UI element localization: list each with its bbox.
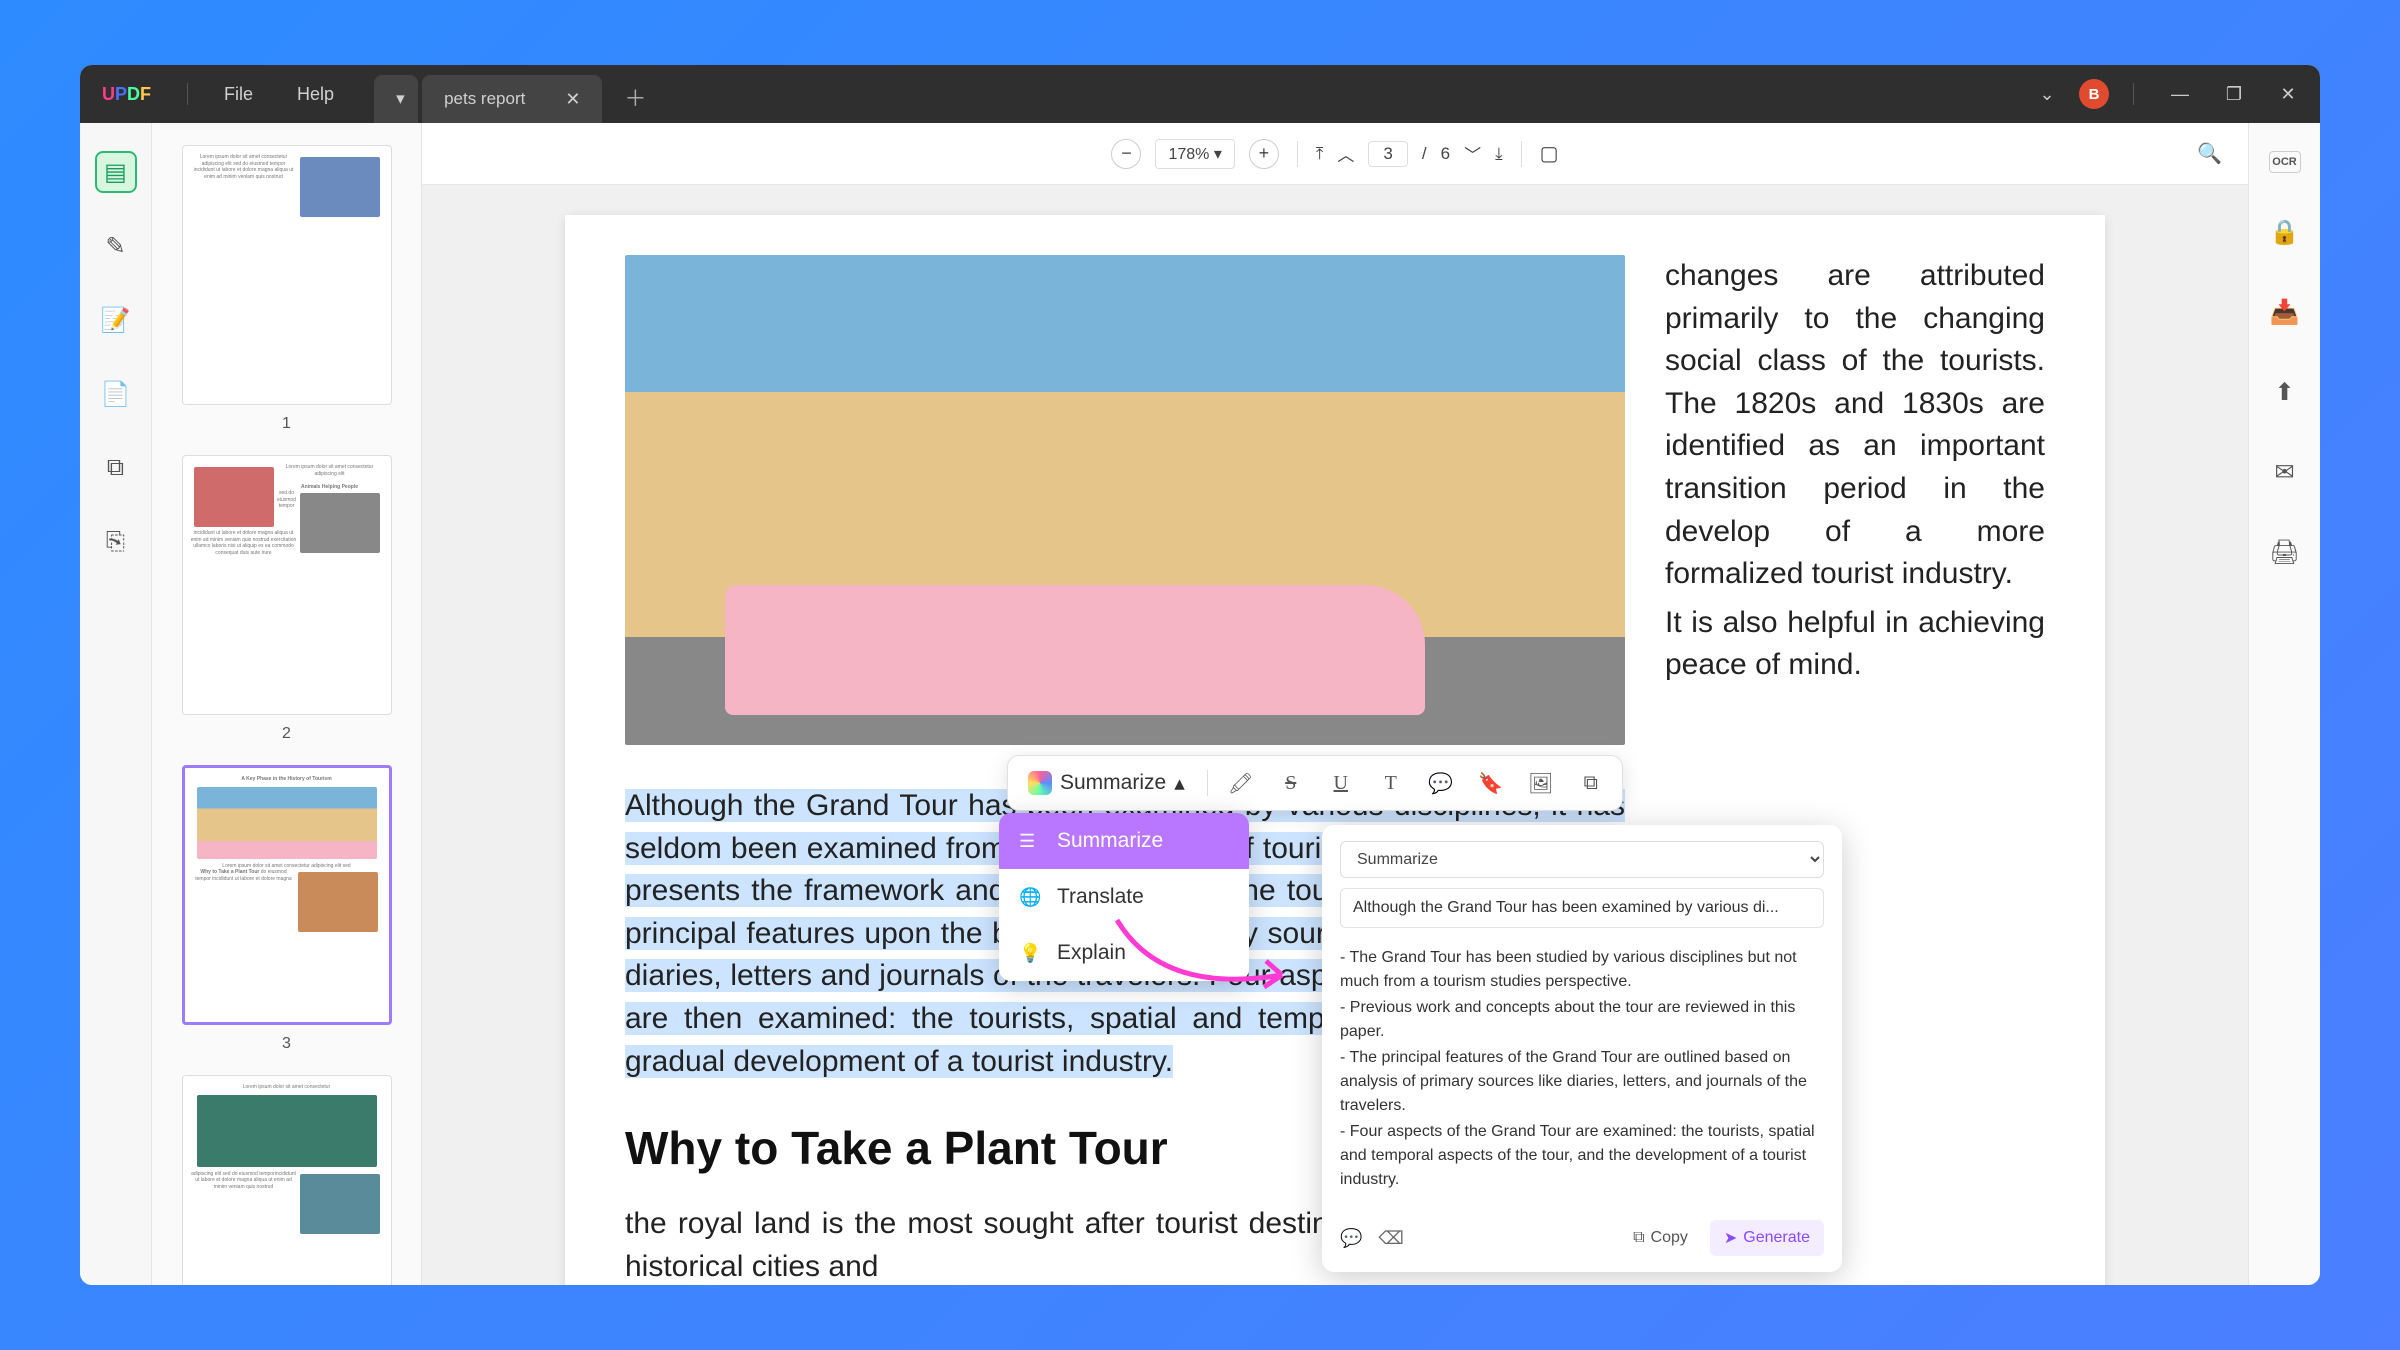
ai-option-label: Translate (1057, 885, 1144, 909)
copy-icon: ⧉ (1633, 1229, 1644, 1247)
email-icon[interactable]: ✉ (2264, 451, 2306, 493)
zoom-in-button[interactable]: + (1249, 139, 1279, 169)
print-icon[interactable]: 🖨 (2264, 531, 2306, 573)
first-page-icon[interactable]: ⤒ (1316, 144, 1324, 164)
copy-label: Copy (1651, 1229, 1688, 1247)
translate-icon: 🌐 (1019, 887, 1043, 908)
user-avatar[interactable]: B (2079, 79, 2109, 109)
next-page-icon[interactable]: ﹀ (1464, 141, 1481, 166)
page-input[interactable]: 3 (1368, 141, 1407, 167)
reader-mode-icon[interactable]: ▤ (95, 151, 137, 193)
underline-icon[interactable]: U (1324, 766, 1358, 800)
app-logo: UPDF (80, 84, 173, 105)
thumbnail-page-4[interactable]: Lorem ipsum dolor sit amet consecteturad… (170, 1075, 403, 1285)
thumbnail-panel: Lorem ipsum dolor sit amet consectetur a… (152, 123, 422, 1285)
thumbnail-page-1[interactable]: Lorem ipsum dolor sit amet consectetur a… (170, 145, 403, 433)
last-page-icon[interactable]: ⤓ (1495, 144, 1503, 164)
separator (187, 83, 188, 105)
thumbnail-label: 3 (170, 1035, 403, 1053)
minimize-button[interactable]: — (2158, 72, 2202, 116)
organize-icon[interactable]: ⧉ (95, 447, 137, 489)
separator (2133, 83, 2134, 105)
close-tab-icon[interactable]: ✕ (565, 89, 580, 110)
highlight-icon[interactable]: 🖍 (1224, 766, 1258, 800)
presentation-icon[interactable]: ▢ (1540, 141, 1559, 166)
ai-mode-select[interactable]: Summarize (1340, 841, 1824, 878)
protect-icon[interactable]: 🔒 (2264, 211, 2306, 253)
compress-icon[interactable]: 📥 (2264, 291, 2306, 333)
ai-logo-icon (1028, 771, 1052, 795)
close-button[interactable]: ✕ (2266, 72, 2310, 116)
send-icon: ➤ (1724, 1228, 1737, 1248)
thumbnail-label: 1 (170, 415, 403, 433)
chevron-up-icon: ▴ (1174, 771, 1185, 796)
generate-label: Generate (1743, 1229, 1810, 1247)
ai-option-explain[interactable]: 💡 Explain (999, 925, 1249, 981)
text-style-icon[interactable]: T (1374, 766, 1408, 800)
document-tab[interactable]: pets report ✕ (422, 75, 602, 123)
edit-tool-icon[interactable]: 📝 (95, 299, 137, 341)
list-icon: ☰ (1019, 831, 1043, 852)
comment-icon[interactable]: 💬 (1424, 766, 1458, 800)
ai-button-label: Summarize (1060, 771, 1166, 795)
ai-source-preview: Although the Grand Tour has been examine… (1340, 888, 1824, 928)
forms-icon[interactable]: ⎘ (95, 521, 137, 563)
help-menu[interactable]: Help (275, 84, 356, 105)
new-tab-button[interactable]: ＋ (624, 81, 646, 123)
prev-page-icon[interactable]: ︿ (1337, 141, 1354, 166)
dropdown-icon[interactable]: ⌄ (2025, 72, 2069, 116)
ai-result-text: - The Grand Tour has been studied by var… (1340, 946, 1824, 1192)
page-total: 6 (1441, 144, 1450, 164)
file-menu[interactable]: File (202, 84, 275, 105)
page-tools-icon[interactable]: 📄 (95, 373, 137, 415)
copy-button[interactable]: ⧉ Copy (1623, 1223, 1698, 1253)
share-icon[interactable]: ⬆ (2264, 371, 2306, 413)
thumbnail-page-3[interactable]: A Key Phase in the History of Tourism Lo… (170, 765, 403, 1053)
image-icon[interactable]: 🖼 (1524, 766, 1558, 800)
ai-option-translate[interactable]: 🌐 Translate (999, 869, 1249, 925)
eraser-icon[interactable]: ⌫ (1378, 1228, 1403, 1249)
ai-option-label: Summarize (1057, 829, 1163, 853)
ai-option-label: Explain (1057, 941, 1126, 965)
strikethrough-icon[interactable]: S (1274, 766, 1308, 800)
document-side-paragraph-2[interactable]: It is also helpful in achieving peace of… (1665, 602, 2045, 687)
bookmark-icon[interactable]: 🔖 (1474, 766, 1508, 800)
thumbnail-label: 2 (170, 725, 403, 743)
zoom-out-button[interactable]: − (1111, 139, 1141, 169)
search-icon[interactable]: 🔍 (2197, 141, 2222, 166)
explain-icon: 💡 (1019, 943, 1043, 964)
ai-summarize-dropdown-button[interactable]: Summarize ▴ (1022, 767, 1191, 800)
tab-title: pets report (444, 89, 525, 109)
highlight-tool-icon[interactable]: ✎ (95, 225, 137, 267)
document-image (625, 255, 1625, 745)
page-separator: / (1422, 144, 1427, 164)
generate-button[interactable]: ➤ Generate (1710, 1220, 1824, 1256)
tab-placeholder[interactable]: ▾ (374, 75, 418, 123)
document-side-paragraph[interactable]: changes are attributed primarily to the … (1665, 255, 2045, 596)
maximize-button[interactable]: ❐ (2212, 72, 2256, 116)
thumbnail-page-2[interactable]: Lorem ipsum dolor sit amet consectetur a… (170, 455, 403, 743)
copy-icon[interactable]: ⧉ (1574, 766, 1608, 800)
chat-icon[interactable]: 💬 (1340, 1228, 1362, 1249)
ocr-icon[interactable]: OCR (2269, 151, 2301, 173)
zoom-display[interactable]: 178% ▾ (1155, 139, 1234, 169)
ai-option-summarize[interactable]: ☰ Summarize (999, 813, 1249, 869)
